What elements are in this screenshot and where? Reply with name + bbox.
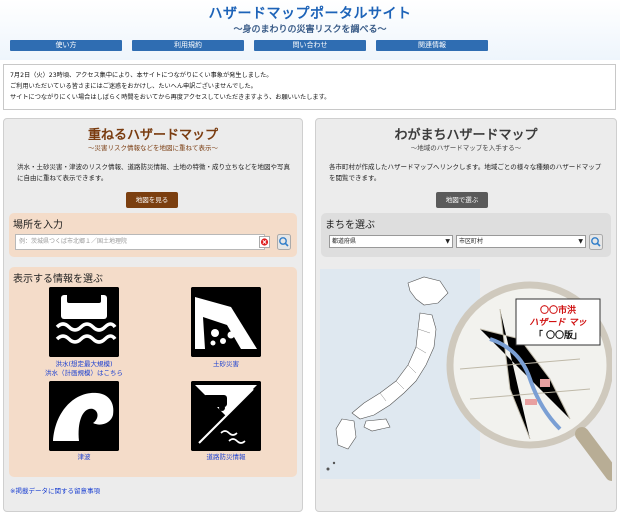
panel-title: 重ねるハザードマップ [87, 128, 218, 143]
road-disaster-icon[interactable] [191, 381, 261, 451]
tsunami-label[interactable]: 津波 [24, 453, 144, 462]
site-subtitle: ～身のまわりの災害リスクを調べる～ [233, 25, 387, 35]
magnifier-text-3: 「 〇〇版」 [534, 329, 582, 341]
flood-icon[interactable] [49, 287, 119, 357]
place-input-section: 場所を入力 例：茨城県つくば市北郷１／国土地理院 [9, 213, 297, 257]
landslide-label[interactable]: 土砂災害 [166, 360, 286, 369]
data-notes-link[interactable]: ※掲載データに関する留意事項 [10, 485, 100, 495]
landslide-icon[interactable] [191, 287, 261, 357]
notice-line: サイトにつながりにくい場合はしばらく時間をおいてから再度アクセスしていただきます… [10, 94, 331, 101]
city-select-value: 市区町村 [459, 238, 484, 245]
panel-subtitle: ～災害リスク情報などを地図に重ねて表示～ [88, 144, 218, 152]
nav-usage-button[interactable]: 使い方 [10, 40, 122, 51]
panel-description: 洪水・土砂災害・津波のリスク情報、道路防災情報、土地の特徴・成り立ちなどを地図や… [17, 163, 290, 182]
panel-subtitle: ～地域のハザードマップを入手する～ [410, 144, 522, 152]
notice-box: 7月2日（火）23時頃、アクセス集中により、本サイトにつながりにくい事象が発生し… [3, 64, 616, 110]
view-map-button[interactable]: 地図を見る [126, 192, 178, 208]
dropdown-arrow-icon: ▼ [578, 238, 583, 245]
road-disaster-label[interactable]: 道路防災情報 [166, 453, 286, 462]
overlay-hazard-map-panel: 重ねるハザードマップ ～災害リスク情報などを地図に重ねて表示～ 洪水・土砂災害・… [3, 118, 303, 512]
section-label: 表示する情報を選ぶ [13, 274, 103, 285]
nav-related-button[interactable]: 関連情報 [376, 40, 488, 51]
dropdown-arrow-icon: ▼ [445, 238, 450, 245]
site-title[interactable]: ハザードマップポータルサイト [0, 3, 620, 23]
section-label: 場所を入力 [13, 220, 63, 231]
tsunami-icon[interactable] [49, 381, 119, 451]
local-hazard-map-panel: わがまちハザードマップ ～地域のハザードマップを入手する～ 各市町村が作成したハ… [315, 118, 617, 512]
notice-line: 7月2日（火）23時頃、アクセス集中により、本サイトにつながりにくい事象が発生し… [10, 72, 273, 79]
prefecture-select[interactable]: 都道府県 ▼ [329, 235, 453, 248]
info-select-section: 表示する情報を選ぶ 洪水(想定最大規模) 洪水（計画規模）はこちら 土砂災害 津… [9, 267, 297, 477]
search-icon[interactable] [589, 234, 603, 250]
main-nav: 使い方 利用規約 問い合わせ 関連情報 [10, 40, 610, 51]
flood-plan-link[interactable]: 洪水（計画規模）はこちら [24, 369, 144, 378]
nav-terms-button[interactable]: 利用規約 [132, 40, 244, 51]
prefecture-select-value: 都道府県 [332, 238, 357, 245]
city-select[interactable]: 市区町村 ▼ [456, 235, 586, 248]
magnifier-text-1: 〇〇市洪 [540, 304, 576, 316]
place-search-input[interactable]: 例：茨城県つくば市北郷１／国土地理院 [15, 234, 265, 250]
panel-description: 各市町村が作成したハザードマップへリンクします。地域ごとの様々な種類のハザードマ… [329, 163, 602, 182]
notice-line: ご利用いただいている皆さまにはご迷惑をおかけし、たいへん申訳ございませんでした。 [10, 83, 257, 90]
nav-contact-button[interactable]: 問い合わせ [254, 40, 366, 51]
panel-title: わがまちハザードマップ [394, 128, 538, 143]
japan-map-selector[interactable]: 〇〇市洪 ハザード マッ 「 〇〇版」 [320, 269, 612, 489]
clear-icon[interactable] [259, 235, 270, 249]
magnifier-text-2: ハザード マッ [529, 317, 587, 328]
select-on-map-button[interactable]: 地図で選ぶ [436, 192, 488, 208]
flood-max-label[interactable]: 洪水(想定最大規模) [24, 360, 144, 369]
search-icon[interactable] [277, 234, 291, 250]
site-header: ハザードマップポータルサイト ～身のまわりの災害リスクを調べる～ 使い方 利用規… [0, 0, 620, 60]
town-select-section: まちを選ぶ 都道府県 ▼ 市区町村 ▼ [321, 213, 611, 257]
section-label: まちを選ぶ [325, 220, 375, 231]
